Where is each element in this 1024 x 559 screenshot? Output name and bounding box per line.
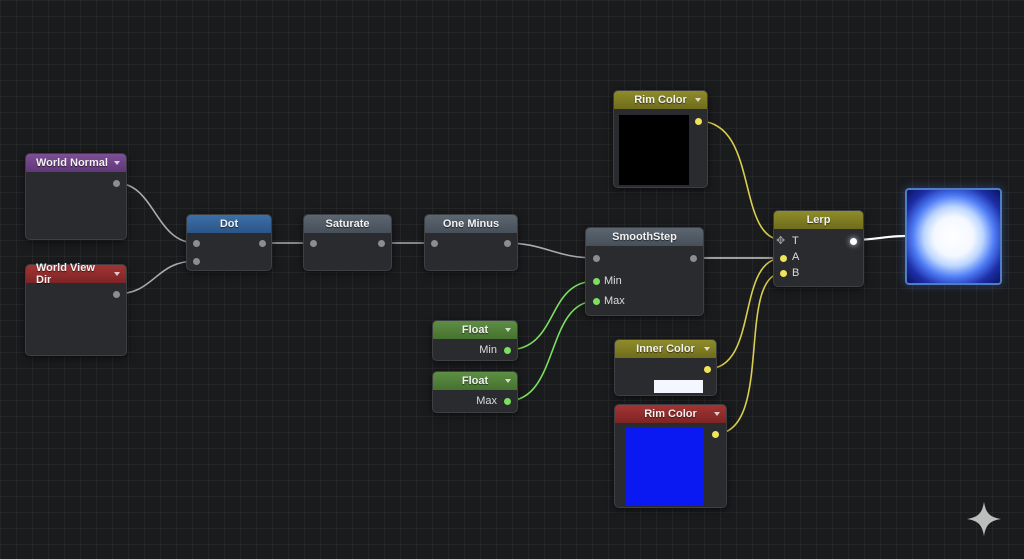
inner-color-output-pin[interactable] bbox=[704, 366, 711, 373]
wire-oneminus-to-smoothstep bbox=[505, 242, 597, 259]
world-view-dir-node[interactable]: World View Dir bbox=[25, 262, 127, 356]
chevron-down-icon[interactable] bbox=[114, 272, 120, 276]
one-minus-title: One Minus bbox=[442, 218, 500, 230]
world-normal-title: World Normal bbox=[36, 157, 108, 169]
chevron-down-icon[interactable] bbox=[505, 379, 511, 383]
smoothstep-min-label: Min bbox=[604, 275, 622, 287]
rim-color-top-node[interactable]: Rim Color bbox=[613, 90, 708, 188]
smoothstep-input-pin[interactable] bbox=[593, 255, 600, 262]
smoothstep-node[interactable]: SmoothStep Min Max bbox=[585, 227, 704, 316]
wire-floatmax-to-smoothstep bbox=[506, 300, 597, 402]
wire-viewdir-to-dot bbox=[115, 260, 197, 295]
dot-node[interactable]: Dot bbox=[186, 214, 272, 271]
lerp-title: Lerp bbox=[806, 214, 831, 226]
wire-inner-to-lerp bbox=[706, 257, 784, 370]
float-min-node[interactable]: Float Min bbox=[432, 320, 518, 361]
one-minus-output-pin[interactable] bbox=[504, 240, 511, 247]
rim-color-top-output-pin[interactable] bbox=[695, 118, 702, 125]
smoothstep-max-pin[interactable] bbox=[593, 298, 600, 305]
rim-color-bottom-node[interactable]: Rim Color bbox=[614, 404, 727, 508]
float-min-title: Float bbox=[461, 324, 489, 336]
lerp-b-label: B bbox=[792, 267, 800, 279]
saturate-title: Saturate bbox=[325, 218, 370, 230]
rim-color-bottom-header[interactable]: Rim Color bbox=[615, 405, 726, 423]
smoothstep-min-pin[interactable] bbox=[593, 278, 600, 285]
float-max-title: Float bbox=[461, 375, 489, 387]
world-normal-header[interactable]: World Normal bbox=[26, 154, 126, 172]
rim-color-bottom-output-pin[interactable] bbox=[712, 431, 719, 438]
inner-color-swatch[interactable] bbox=[654, 380, 703, 393]
float-max-output-label: Max bbox=[476, 395, 497, 407]
float-min-output-pin[interactable] bbox=[504, 347, 511, 354]
rim-glow-preview[interactable] bbox=[905, 188, 1002, 285]
saturate-input-pin[interactable] bbox=[310, 240, 317, 247]
inner-color-title: Inner Color bbox=[636, 343, 695, 355]
one-minus-input-pin[interactable] bbox=[431, 240, 438, 247]
world-view-dir-title: World View Dir bbox=[36, 262, 95, 286]
float-max-output-pin[interactable] bbox=[504, 398, 511, 405]
rim-color-top-title: Rim Color bbox=[634, 94, 687, 106]
smoothstep-header[interactable]: SmoothStep bbox=[586, 228, 703, 246]
world-normal-output-pin[interactable] bbox=[113, 180, 120, 187]
wire-rimtop-to-lerp-t bbox=[697, 120, 784, 241]
inner-color-node[interactable]: Inner Color bbox=[614, 339, 717, 396]
rim-color-bottom-swatch[interactable] bbox=[625, 428, 704, 506]
sparkle-icon bbox=[966, 501, 1002, 537]
chevron-down-icon[interactable] bbox=[114, 161, 120, 165]
dot-input-b-pin[interactable] bbox=[193, 258, 200, 265]
lerp-output-pin[interactable] bbox=[850, 238, 857, 245]
chevron-down-icon[interactable] bbox=[714, 412, 720, 416]
float-max-node[interactable]: Float Max bbox=[432, 371, 518, 413]
crosshair-icon: ✥ bbox=[776, 235, 786, 247]
lerp-header[interactable]: Lerp bbox=[774, 211, 863, 229]
saturate-node[interactable]: Saturate bbox=[303, 214, 392, 271]
dot-input-a-pin[interactable] bbox=[193, 240, 200, 247]
lerp-a-pin[interactable] bbox=[780, 255, 787, 262]
smoothstep-max-label: Max bbox=[604, 295, 625, 307]
wire-normal-to-dot bbox=[115, 182, 197, 244]
chevron-down-icon[interactable] bbox=[695, 98, 701, 102]
dot-header[interactable]: Dot bbox=[187, 215, 271, 233]
smoothstep-title: SmoothStep bbox=[612, 231, 677, 243]
lerp-t-label: T bbox=[792, 235, 799, 247]
lerp-a-label: A bbox=[792, 251, 800, 263]
rim-color-top-swatch[interactable] bbox=[619, 115, 689, 185]
saturate-header[interactable]: Saturate bbox=[304, 215, 391, 233]
float-min-output-label: Min bbox=[479, 344, 497, 356]
smoothstep-output-pin[interactable] bbox=[690, 255, 697, 262]
chevron-down-icon[interactable] bbox=[505, 328, 511, 332]
lerp-node[interactable]: Lerp ✥ T A B bbox=[773, 210, 864, 287]
world-view-dir-output-pin[interactable] bbox=[113, 291, 120, 298]
dot-title: Dot bbox=[219, 218, 239, 230]
chevron-down-icon[interactable] bbox=[704, 347, 710, 351]
one-minus-node[interactable]: One Minus bbox=[424, 214, 518, 271]
wire-floatmin-to-smoothstep bbox=[506, 280, 597, 351]
node-graph-canvas[interactable]: World Normal World View Dir Dot Saturate… bbox=[0, 0, 1024, 559]
rim-color-top-header[interactable]: Rim Color bbox=[614, 91, 707, 109]
inner-color-header[interactable]: Inner Color bbox=[615, 340, 716, 358]
world-normal-node[interactable]: World Normal bbox=[25, 153, 127, 240]
float-min-header[interactable]: Float bbox=[433, 321, 517, 339]
one-minus-header[interactable]: One Minus bbox=[425, 215, 517, 233]
dot-output-pin[interactable] bbox=[259, 240, 266, 247]
world-view-dir-header[interactable]: World View Dir bbox=[26, 262, 126, 286]
rim-color-bottom-title: Rim Color bbox=[644, 408, 697, 420]
saturate-output-pin[interactable] bbox=[378, 240, 385, 247]
float-max-header[interactable]: Float bbox=[433, 372, 517, 390]
connection-wires bbox=[115, 120, 907, 435]
lerp-b-pin[interactable] bbox=[780, 270, 787, 277]
